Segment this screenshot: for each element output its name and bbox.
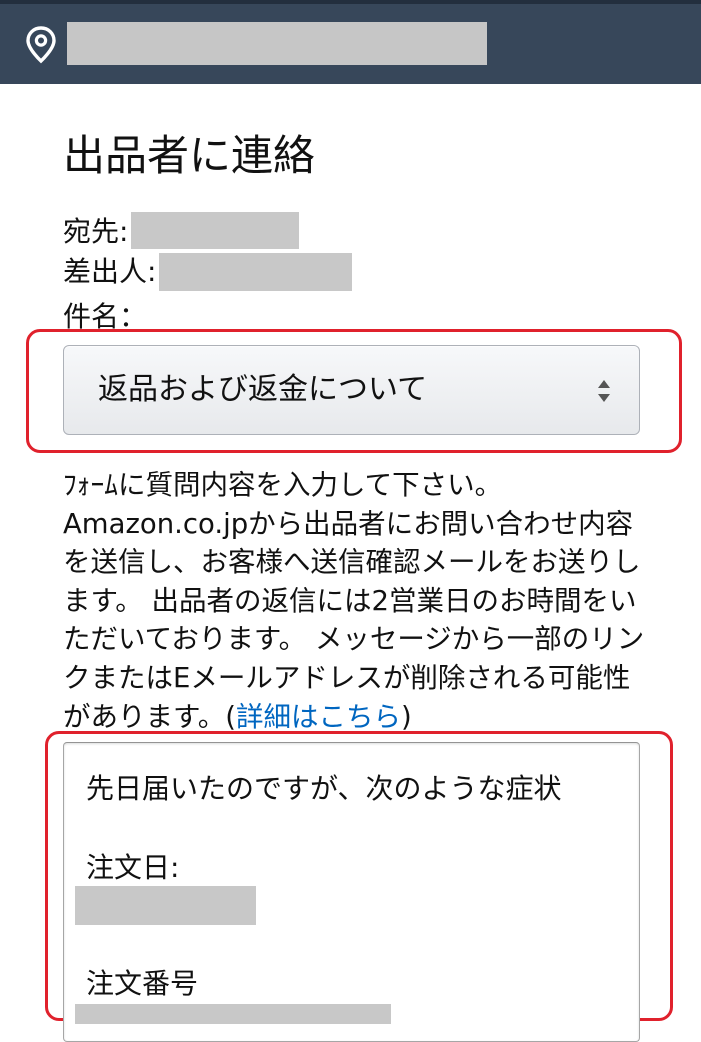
order-number-label: 注文番号 [86, 967, 199, 1000]
subject-select[interactable]: 返品および返金について [63, 345, 640, 435]
subject-select-value: 返品および返金について [98, 372, 428, 407]
sender-redacted [159, 253, 352, 291]
location-pin-icon[interactable] [26, 26, 56, 64]
recipient-label: 宛先: [63, 215, 129, 248]
address-redacted [67, 22, 487, 65]
details-link[interactable]: 詳細はこちら [236, 701, 401, 733]
sender-label: 差出人: [63, 255, 157, 288]
recipient-redacted [131, 212, 299, 249]
recipient-row: 宛先: [63, 212, 128, 252]
page-title: 出品者に連絡 [63, 131, 316, 180]
order-number-redacted [75, 1004, 391, 1024]
order-date-label: 注文日: [86, 851, 180, 884]
top-bar [0, 0, 701, 84]
message-line-1: 先日届いたのですが、次のような症状 [86, 772, 562, 805]
sort-arrows-icon [598, 380, 610, 402]
form-description: ﾌｫｰﾑに質問内容を入力して下さい。Amazon.co.jpから出品者にお問い合… [63, 466, 653, 736]
sender-row: 差出人: [63, 252, 156, 292]
description-text: ﾌｫｰﾑに質問内容を入力して下さい。Amazon.co.jpから出品者にお問い合… [63, 469, 645, 733]
order-date-redacted [75, 886, 256, 925]
description-close: ) [400, 700, 412, 733]
